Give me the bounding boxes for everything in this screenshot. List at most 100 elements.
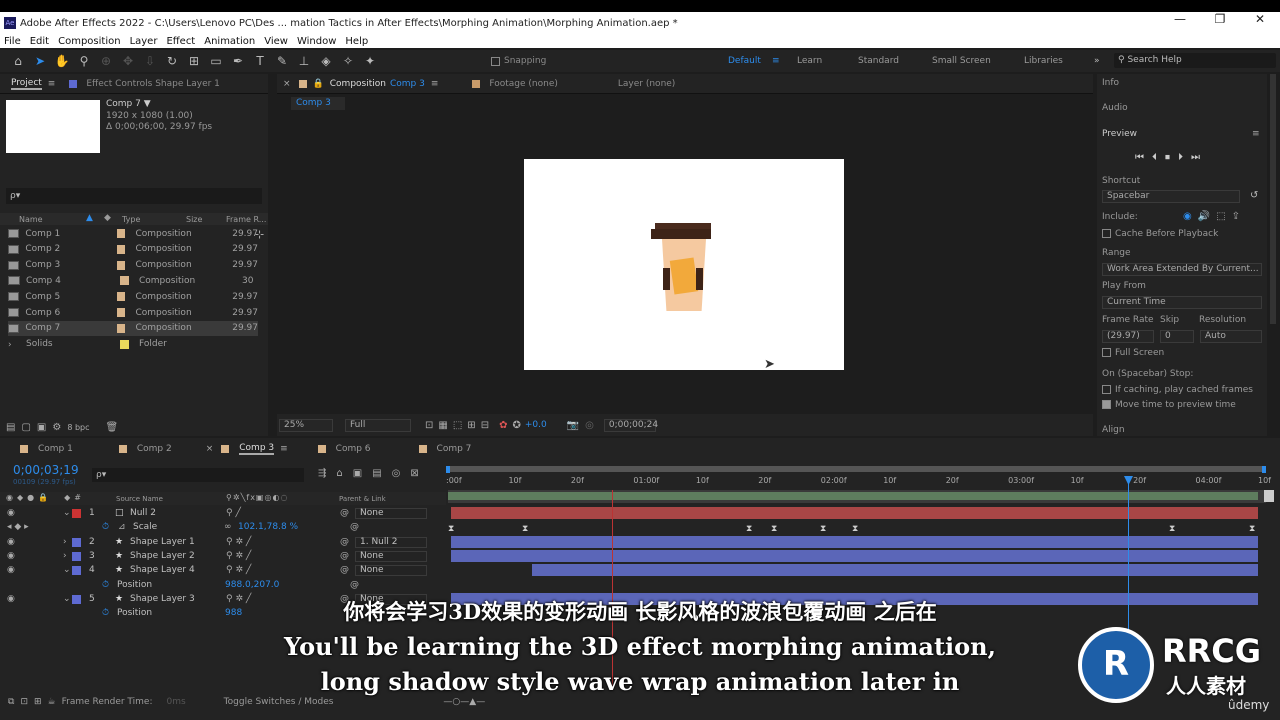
property-value[interactable]: 988.0,207.0: [225, 580, 279, 590]
external-video-icon[interactable]: ⇪: [1232, 211, 1240, 222]
workspace-learn[interactable]: Learn: [797, 56, 822, 66]
layer-twirl-icon[interactable]: ⌄: [63, 565, 71, 575]
project-item[interactable]: Comp 4 Composition 30: [8, 273, 258, 288]
skip-dropdown[interactable]: 0: [1160, 330, 1194, 343]
next-frame-icon[interactable]: ⏵: [1178, 152, 1183, 163]
project-item[interactable]: Comp 7 Composition 29.97: [8, 320, 258, 336]
col-size[interactable]: Size: [186, 215, 202, 224]
parent-dropdown[interactable]: 1. Null 2: [355, 536, 427, 548]
tab-composition[interactable]: Composition: [330, 79, 386, 89]
move-time-option[interactable]: Move time to preview time: [1102, 400, 1236, 410]
zoom-tool-icon[interactable]: ⚲: [76, 53, 92, 69]
visibility-eye-icon[interactable]: ◉: [7, 551, 15, 561]
comp-canvas[interactable]: [524, 159, 844, 370]
keyframe[interactable]: ⧗: [1169, 524, 1175, 534]
expression-pick-whip-icon[interactable]: @: [350, 580, 359, 590]
close-tab-icon[interactable]: ×: [283, 79, 291, 89]
anchor-tool-icon[interactable]: ⊞: [186, 53, 202, 69]
shape-layer2-bar[interactable]: [451, 550, 1258, 562]
menu-file[interactable]: File: [4, 36, 21, 47]
play-from-dropdown[interactable]: Current Time: [1102, 296, 1262, 309]
right-scrollbar[interactable]: [1270, 74, 1276, 324]
label-color-icon[interactable]: [116, 308, 126, 317]
selection-tool-icon[interactable]: ➤: [32, 53, 48, 69]
include-video-icon[interactable]: ◉: [1183, 211, 1192, 222]
stop-icon[interactable]: ⏹: [1165, 152, 1170, 163]
layer-label-color[interactable]: [72, 552, 81, 561]
col-frame-rate[interactable]: Frame R...: [226, 215, 266, 224]
menu-window[interactable]: Window: [297, 36, 336, 47]
constrain-proportions-icon[interactable]: ∞: [224, 522, 232, 532]
interpret-footage-icon[interactable]: ▤: [6, 422, 15, 433]
layer-row[interactable]: ◉ › 2 ★ Shape Layer 1 ⚲ ✲ ╱ @1. Null 2: [0, 535, 446, 549]
label-color-icon[interactable]: [116, 244, 126, 254]
current-time[interactable]: 0;00;03;19: [13, 463, 79, 477]
type-tool-icon[interactable]: T: [252, 53, 268, 69]
layer-row[interactable]: ◉ › 3 ★ Shape Layer 2 ⚲ ✲ ╱ @ None: [0, 549, 446, 563]
full-screen-option[interactable]: Full Screen: [1102, 348, 1164, 358]
project-item[interactable]: › Solids Folder: [8, 337, 258, 352]
tab-layer[interactable]: Layer (none): [618, 79, 675, 89]
info-panel-tab[interactable]: Info: [1102, 78, 1119, 88]
visibility-eye-icon[interactable]: ◉: [7, 537, 15, 547]
if-caching-option[interactable]: If caching, play cached frames: [1102, 385, 1253, 395]
project-item[interactable]: Comp 6 Composition 29.97: [8, 305, 258, 320]
menu-effect[interactable]: Effect: [166, 36, 195, 47]
audio-panel-tab[interactable]: Audio: [1102, 103, 1128, 113]
layer-row[interactable]: ◉ ⌄ 1 □ Null 2 ⚲ ╱ @ None: [0, 506, 446, 520]
pick-whip-icon[interactable]: @: [340, 537, 349, 547]
reset-icon[interactable]: ↺: [1250, 190, 1258, 201]
null-layer-bar[interactable]: [451, 507, 1258, 519]
parent-dropdown[interactable]: None: [355, 564, 427, 576]
lock-switch-icon[interactable]: 🔒: [38, 493, 48, 502]
work-area-bar[interactable]: [448, 466, 1266, 472]
draft-3d-icon[interactable]: ⌂: [336, 468, 342, 479]
tab-comp-2[interactable]: Comp 2: [137, 444, 172, 454]
shape-layer1-bar[interactable]: [451, 536, 1258, 548]
stopwatch-icon[interactable]: ⏱: [102, 580, 109, 590]
menu-edit[interactable]: Edit: [30, 36, 49, 47]
composition-mini-flowchart-icon[interactable]: ⇶: [318, 468, 326, 479]
prev-frame-icon[interactable]: ⏴: [1152, 152, 1157, 163]
preview-menu-icon[interactable]: ≡: [1252, 129, 1260, 139]
layer-row[interactable]: ◉ ⌄ 4 ★ Shape Layer 4 ⚲ ✲ ╱ @ None: [0, 563, 446, 577]
workspace-default[interactable]: Default: [728, 56, 761, 66]
puppet-tool-icon[interactable]: ✦: [362, 53, 378, 69]
pick-whip-icon[interactable]: @: [340, 551, 349, 561]
menu-layer[interactable]: Layer: [130, 36, 158, 47]
parent-dropdown[interactable]: None: [355, 550, 427, 562]
layer-label-color[interactable]: [72, 566, 81, 575]
clone-tool-icon[interactable]: ⊥: [296, 53, 312, 69]
home-icon[interactable]: ⌂: [10, 53, 26, 69]
timeline-menu-icon[interactable]: ≡: [280, 444, 288, 454]
menu-view[interactable]: View: [264, 36, 288, 47]
project-settings-icon[interactable]: ⚙: [52, 422, 61, 433]
hand-tool-icon[interactable]: ✋: [54, 53, 70, 69]
maximize-icon[interactable]: ❐: [1200, 12, 1240, 26]
pan-tool-icon[interactable]: ✥: [120, 53, 136, 69]
property-value[interactable]: 102.1,78.8 %: [238, 522, 298, 532]
expression-pick-whip-icon[interactable]: @: [350, 522, 359, 532]
layer-switches[interactable]: ⚲ ✲ ╱: [226, 551, 251, 561]
last-frame-icon[interactable]: ⏭: [1191, 152, 1200, 163]
label-color-icon[interactable]: [116, 292, 126, 302]
label-color-icon[interactable]: [116, 323, 126, 333]
parent-dropdown[interactable]: None: [355, 507, 427, 519]
layer-name[interactable]: Shape Layer 2: [130, 551, 195, 561]
workspace-standard[interactable]: Standard: [858, 56, 899, 66]
work-area-start[interactable]: [446, 466, 450, 473]
visibility-eye-icon[interactable]: ◉: [7, 565, 15, 575]
col-type[interactable]: Type: [122, 215, 140, 224]
range-dropdown[interactable]: Work Area Extended By Current...: [1102, 263, 1262, 276]
solo-switch-icon[interactable]: ●: [27, 493, 34, 502]
in-out-icon[interactable]: ⊞: [34, 697, 42, 707]
keyframe[interactable]: ⧗: [852, 524, 858, 534]
more-workspaces-icon[interactable]: »: [1094, 56, 1100, 66]
workspace-libraries[interactable]: Libraries: [1024, 56, 1063, 66]
layer-switches[interactable]: ⚲ ✲ ╱: [226, 565, 251, 575]
workspace-small-screen[interactable]: Small Screen: [932, 56, 991, 66]
project-item[interactable]: Comp 5 Composition 29.97: [8, 289, 258, 304]
layer-name[interactable]: Shape Layer 4: [130, 565, 195, 575]
dolly-tool-icon[interactable]: ⇩: [142, 53, 158, 69]
layer-name[interactable]: Null 2: [130, 508, 156, 518]
